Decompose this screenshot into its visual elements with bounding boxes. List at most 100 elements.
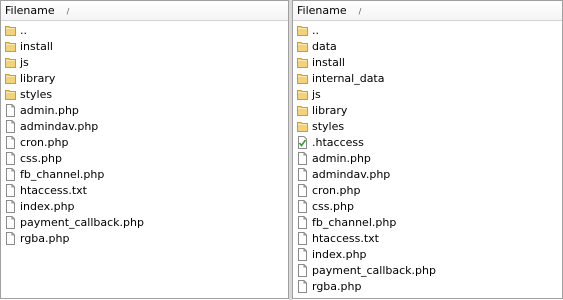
file-row[interactable]: admindav.php (293, 166, 562, 182)
filename-label: payment_callback.php (312, 263, 436, 277)
filename-label: .. (312, 23, 319, 37)
folder-row[interactable]: js (293, 86, 562, 102)
folder-icon (297, 72, 308, 85)
folder-row[interactable]: .. (293, 22, 562, 38)
filename-label: js (20, 55, 29, 69)
file-icon (5, 183, 16, 197)
filename-label: admindav.php (20, 119, 99, 133)
file-row[interactable]: payment_callback.php (1, 214, 288, 230)
folder-icon (297, 88, 308, 101)
filename-label: styles (312, 119, 345, 133)
file-icon (297, 167, 308, 181)
sort-indicator-icon: / (358, 6, 362, 16)
filename-label: install (20, 39, 53, 53)
file-row[interactable]: cron.php (293, 182, 562, 198)
file-row[interactable]: rgba.php (1, 230, 288, 246)
file-row[interactable]: css.php (293, 198, 562, 214)
folder-icon (297, 40, 308, 53)
filename-label: fb_channel.php (20, 167, 105, 181)
file-icon (297, 263, 308, 277)
folder-icon (5, 56, 16, 69)
filename-label: cron.php (20, 135, 69, 149)
file-icon (5, 119, 16, 133)
file-icon (297, 183, 308, 197)
filename-label: rgba.php (312, 279, 362, 293)
folder-icon (5, 88, 16, 101)
file-icon (297, 151, 308, 165)
filename-label: admin.php (312, 151, 371, 165)
filename-label: .. (20, 23, 27, 37)
file-icon (297, 279, 308, 293)
file-row[interactable]: cron.php (1, 134, 288, 150)
folder-icon (5, 40, 16, 53)
filename-label: rgba.php (20, 231, 70, 245)
folder-icon (297, 120, 308, 133)
folder-row[interactable]: install (1, 38, 288, 54)
folder-icon (297, 56, 308, 69)
folder-row[interactable]: .. (1, 22, 288, 38)
file-row[interactable]: admin.php (1, 102, 288, 118)
folder-row[interactable]: data (293, 38, 562, 54)
sort-indicator-icon: / (66, 6, 70, 16)
filename-label: cron.php (312, 183, 361, 197)
folder-row[interactable]: js (1, 54, 288, 70)
file-icon (5, 199, 16, 213)
right-column-header[interactable]: Filename / (293, 1, 562, 21)
file-icon (5, 151, 16, 165)
file-icon (5, 103, 16, 117)
left-file-pane[interactable]: Filename / .. install js library styles admin… (0, 0, 289, 299)
file-browser: Filename / .. install js library styles admin… (0, 0, 563, 300)
file-row[interactable]: index.php (293, 246, 562, 262)
file-row[interactable]: htaccess.txt (293, 230, 562, 246)
left-column-header[interactable]: Filename / (1, 1, 288, 21)
filename-label: fb_channel.php (312, 215, 397, 229)
folder-row[interactable]: library (293, 102, 562, 118)
file-row[interactable]: fb_channel.php (293, 214, 562, 230)
file-icon (5, 167, 16, 181)
filename-label: htaccess.txt (20, 183, 87, 197)
filename-label: index.php (20, 199, 75, 213)
file-row[interactable]: rgba.php (293, 278, 562, 294)
folder-row[interactable]: internal_data (293, 70, 562, 86)
filename-label: internal_data (312, 71, 385, 85)
filename-column-title[interactable]: Filename (1, 4, 55, 17)
file-row[interactable]: fb_channel.php (1, 166, 288, 182)
filename-label: admin.php (20, 103, 79, 117)
file-icon (297, 231, 308, 245)
right-file-pane[interactable]: Filename / .. data install internal_datajs l… (292, 0, 563, 299)
folder-row[interactable]: install (293, 54, 562, 70)
filename-label: library (312, 103, 348, 117)
filename-label: css.php (20, 151, 62, 165)
folder-row[interactable]: styles (1, 86, 288, 102)
folder-row[interactable]: library (1, 70, 288, 86)
file-row[interactable]: admindav.php (1, 118, 288, 134)
file-icon (5, 231, 16, 245)
folder-icon (297, 104, 308, 117)
file-icon (5, 135, 16, 149)
file-icon (5, 215, 16, 229)
file-icon (297, 247, 308, 261)
filename-label: library (20, 71, 56, 85)
folder-icon (297, 24, 308, 37)
filename-label: css.php (312, 199, 354, 213)
left-file-list: .. install js library styles admin.php adminda… (1, 21, 288, 246)
config-file-icon (297, 135, 308, 149)
file-row[interactable]: admin.php (293, 150, 562, 166)
filename-label: htaccess.txt (312, 231, 379, 245)
file-row[interactable]: payment_callback.php (293, 262, 562, 278)
folder-icon (5, 24, 16, 37)
file-row[interactable]: css.php (1, 150, 288, 166)
filename-label: .htaccess (312, 135, 364, 149)
file-icon (297, 215, 308, 229)
right-file-list: .. data install internal_datajs library style… (293, 21, 562, 294)
file-icon (297, 199, 308, 213)
file-row[interactable]: index.php (1, 198, 288, 214)
filename-column-title[interactable]: Filename (293, 4, 347, 17)
filename-label: install (312, 55, 345, 69)
folder-row[interactable]: styles (293, 118, 562, 134)
filename-label: admindav.php (312, 167, 391, 181)
file-row[interactable]: htaccess.txt (1, 182, 288, 198)
filename-label: js (312, 87, 321, 101)
file-row[interactable]: .htaccess (293, 134, 562, 150)
filename-label: index.php (312, 247, 367, 261)
